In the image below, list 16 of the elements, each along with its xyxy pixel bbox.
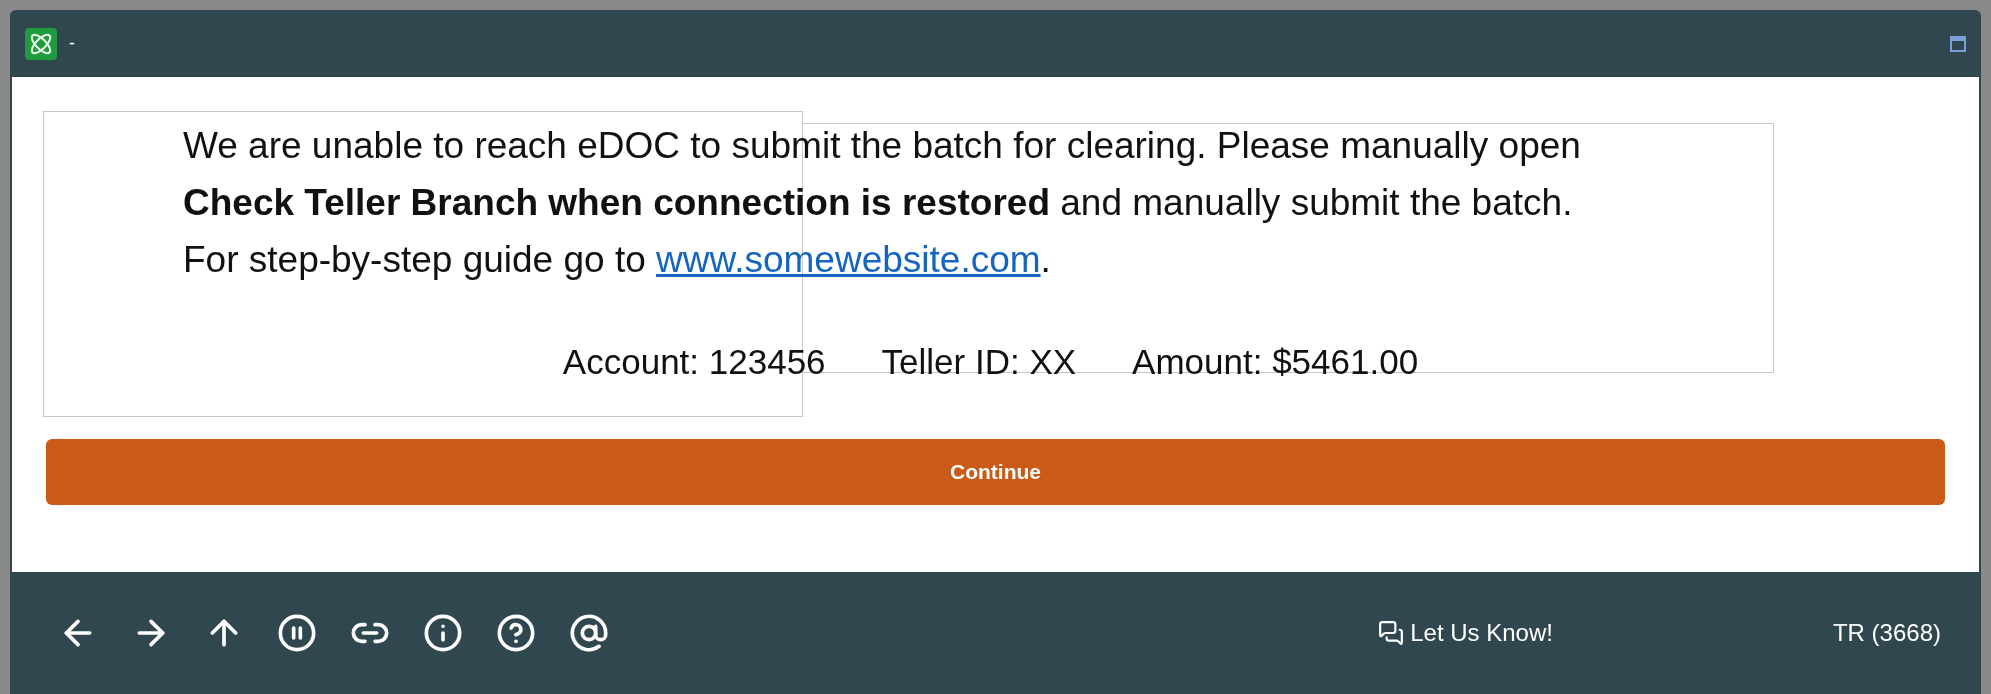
pause-icon[interactable] [277, 613, 317, 653]
chat-bubbles-icon[interactable] [1378, 620, 1405, 646]
website-link[interactable]: www.somewebsite.com [656, 239, 1041, 280]
detail-text: Account: 123456 [562, 341, 826, 383]
detail-text: Teller ID: XX [881, 341, 1077, 383]
window-title: - [69, 32, 75, 55]
detail-text: Amount: $5461.00 [1132, 341, 1419, 383]
help-icon[interactable] [496, 613, 536, 653]
app-logo-icon [25, 27, 57, 60]
message-text: We are unable to reach eDOC to submit the batch for clearing. Please manually open Check Teller Branch when connection is restored and manually submit the batch. For step-by-step guide go to www.somewebsite.com. [183, 124, 1582, 282]
info-icon[interactable] [423, 613, 463, 653]
feedback-link[interactable]: Let Us Know! [1410, 615, 1553, 651]
continue-button[interactable]: Continue [46, 438, 1945, 505]
at-sign-icon[interactable] [569, 613, 609, 653]
maximize-icon[interactable] [1950, 35, 1966, 52]
user-label: TR (3668) [1832, 618, 1941, 648]
